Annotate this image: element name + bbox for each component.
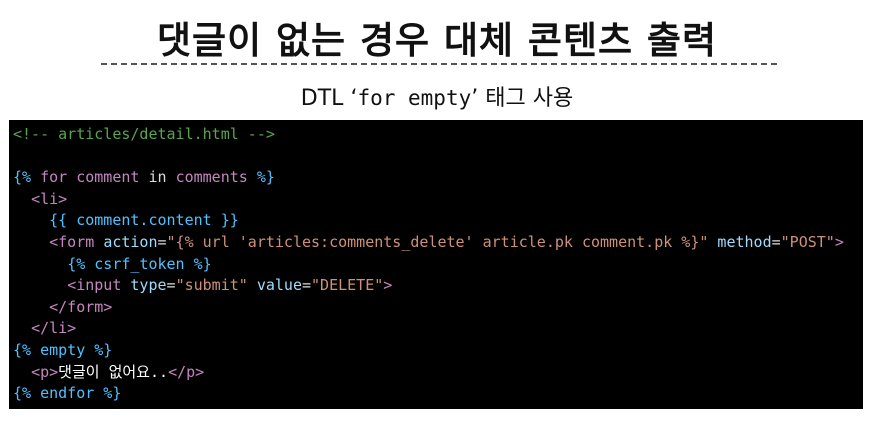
tag-bracket: < [67, 276, 77, 295]
code-line-form-close: </form> [13, 297, 859, 319]
tag-bracket: < [31, 189, 41, 208]
attr-name: type [130, 276, 167, 295]
tpl-variable: {{ comment.content }} [49, 211, 239, 230]
slide-title: 댓글이 없는 경우 대체 콘텐츠 출력 [157, 19, 717, 62]
code-line-empty: {% empty %} [13, 340, 859, 362]
tag-bracket: > [383, 276, 393, 295]
tpl-tag: {% empty %} [13, 340, 113, 359]
tag-close: </p> [168, 362, 205, 381]
attr-value: "POST" [780, 232, 835, 251]
kw-for: for [40, 168, 68, 187]
code-line-input: <input type="submit" value="DELETE"> [13, 275, 859, 297]
code-line-csrf: {% csrf_token %} [13, 254, 859, 276]
tpl-close: %} [256, 168, 275, 187]
code-block: <!-- articles/detail.html --> {% for com… [9, 120, 863, 409]
title-divider [101, 63, 777, 65]
code-line-li-open: <li> [13, 189, 859, 211]
code-line-p: <p>댓글이 없어요..</p> [13, 362, 859, 384]
attr-name: method [717, 232, 772, 251]
slide-subtitle: DTL ‘for empty’ 태그 사용 [0, 80, 874, 112]
attr-name: value [256, 276, 302, 295]
subtitle-suffix: 태그 사용 [478, 86, 574, 111]
code-line-content: {{ comment.content }} [13, 210, 859, 232]
var-comment: comment [76, 168, 140, 187]
tag-bracket: > [58, 189, 68, 208]
attr-value: "DELETE" [311, 276, 384, 295]
kw-in: in [148, 168, 167, 187]
tpl-tag: {% csrf_token %} [67, 254, 212, 273]
tag-name: li [40, 189, 59, 208]
tpl-tag: {% endfor %} [13, 384, 122, 403]
attr-value: "{% url 'articles:comments_delete' artic… [166, 232, 709, 251]
code-line-li-close: </li> [13, 318, 859, 340]
code-comment: <!-- articles/detail.html --> [13, 125, 275, 143]
tag-name: input [76, 276, 122, 295]
text-content: 댓글이 없어요.. [58, 362, 169, 381]
attr-eq: = [302, 276, 312, 295]
tag-close: </form> [49, 297, 113, 316]
attr-eq: = [166, 276, 176, 295]
var-comments: comments [175, 168, 248, 187]
attr-name: action [103, 232, 158, 251]
code-line-1: <!-- articles/detail.html --> [13, 124, 859, 146]
code-line-endfor: {% endfor %} [13, 383, 859, 405]
tag-open: <p> [31, 362, 59, 381]
tag-bracket: < [49, 232, 59, 251]
tag-close: </li> [31, 319, 77, 338]
attr-eq: = [157, 232, 167, 251]
subtitle-prefix: DTL [300, 86, 351, 111]
attr-eq: = [771, 232, 781, 251]
code-line-for: {% for comment in comments %} [13, 167, 859, 189]
attr-value: "submit" [175, 276, 248, 295]
tpl-open: {% [13, 168, 32, 187]
subtitle-code: for empty [357, 86, 472, 110]
tag-bracket: > [834, 232, 844, 251]
tag-name: form [58, 232, 95, 251]
code-line-form-open: <form action="{% url 'articles:comments_… [13, 232, 859, 254]
